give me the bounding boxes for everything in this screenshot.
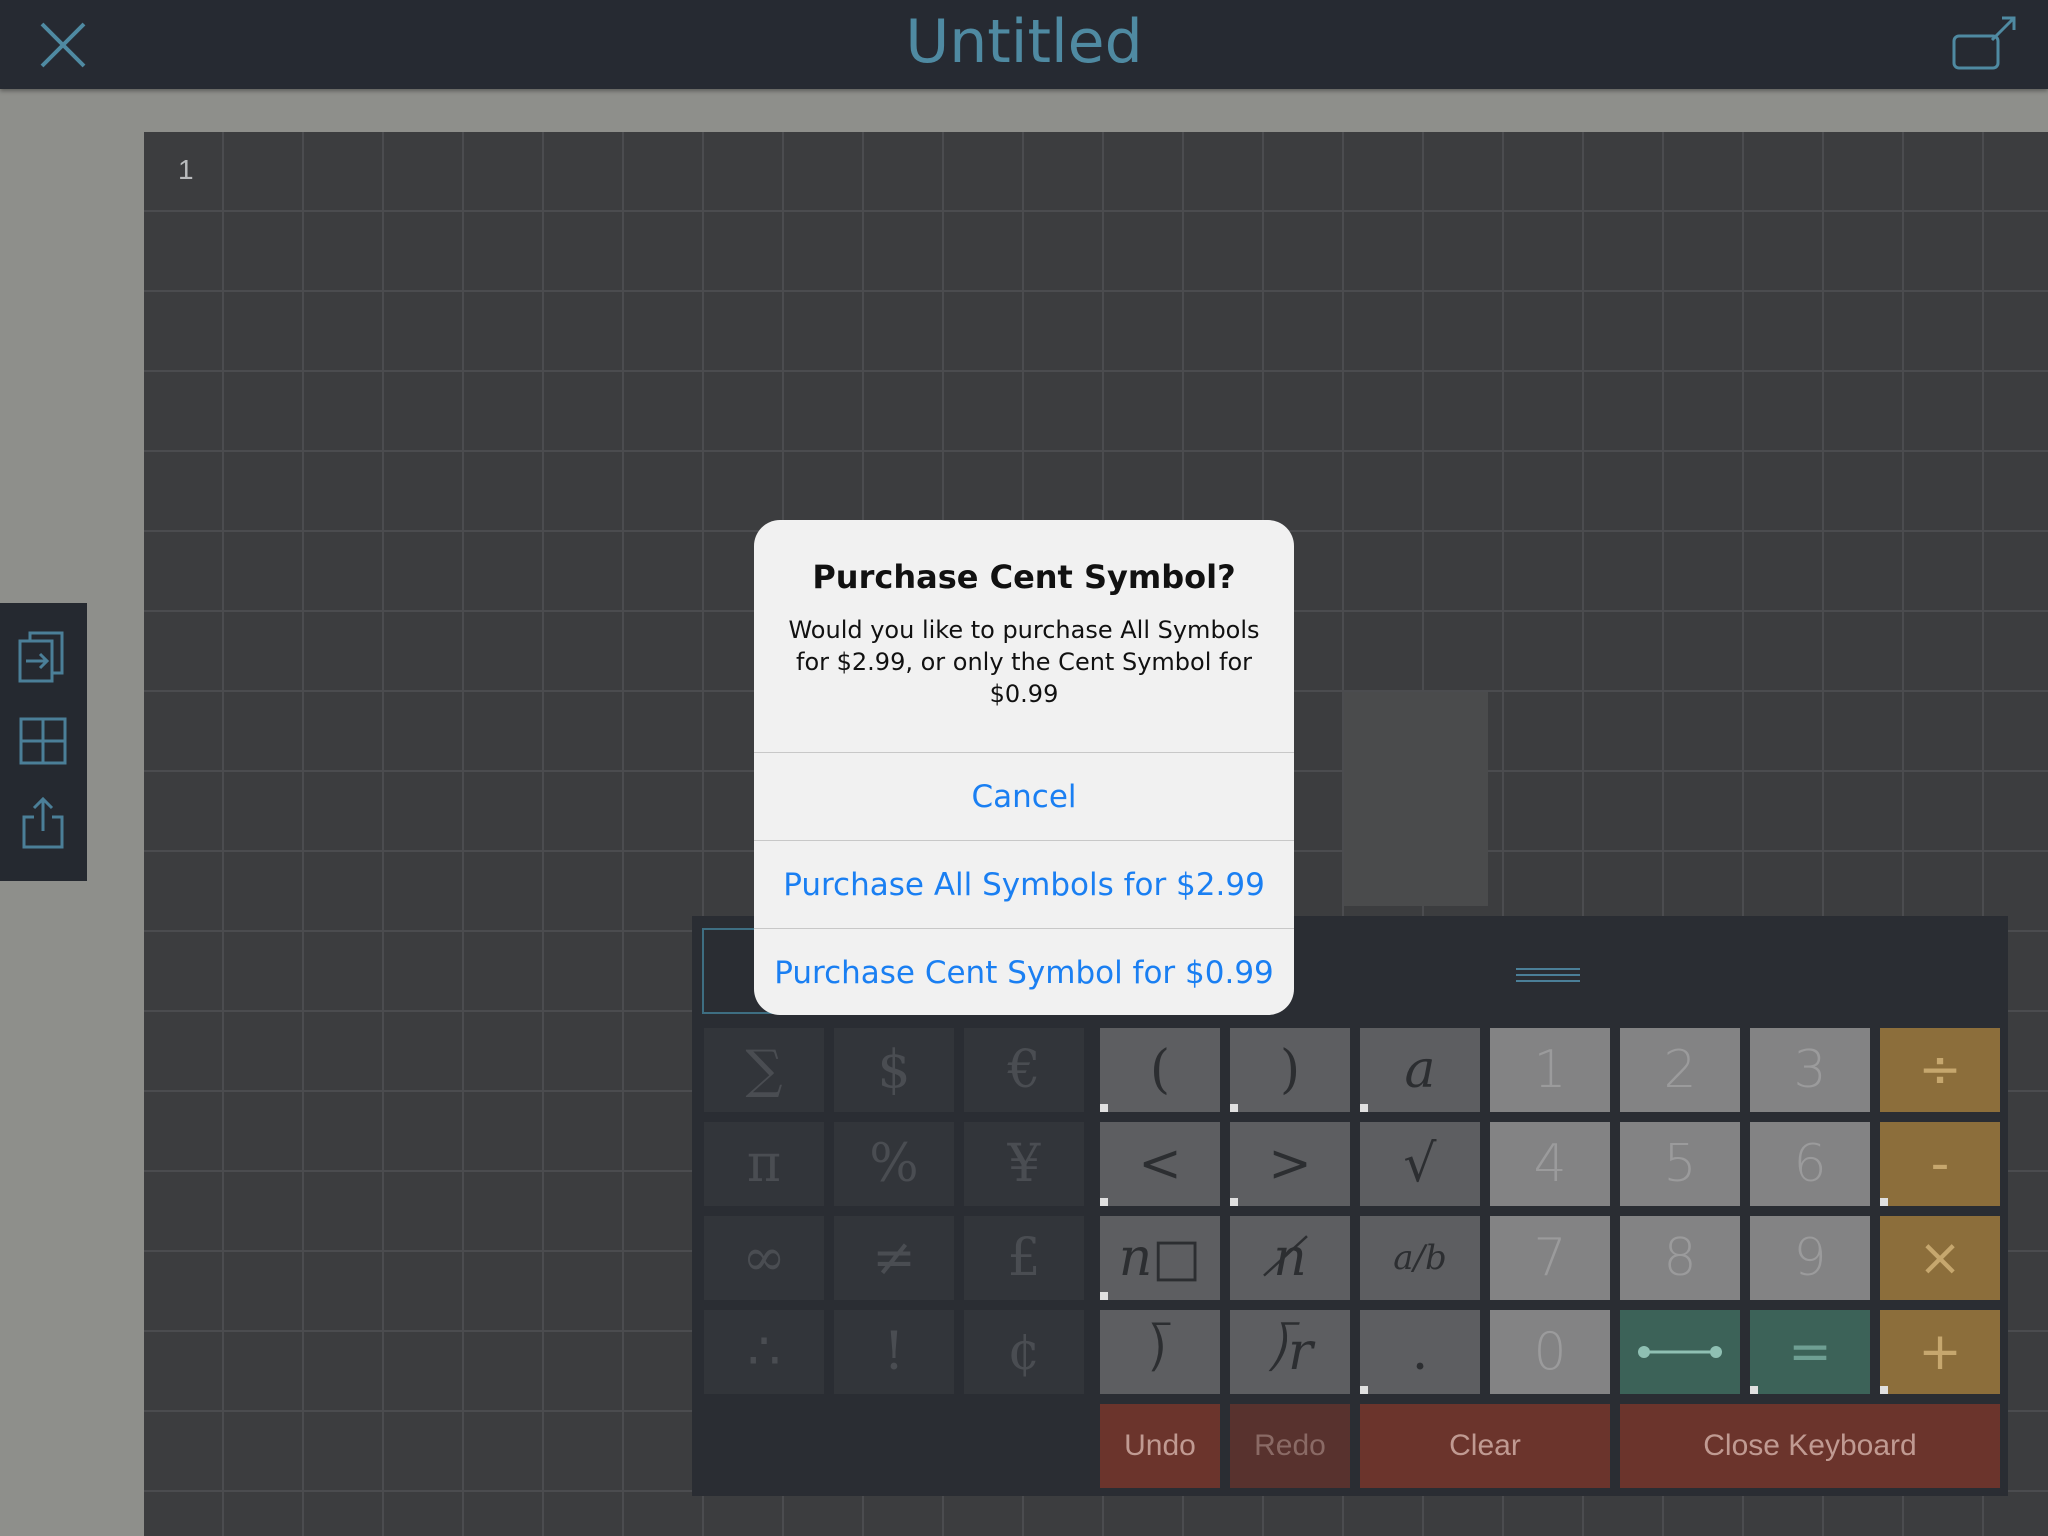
key-9[interactable]: 9 <box>1750 1216 1870 1300</box>
purchase-alert-dialog: Purchase Cent Symbol? Would you like to … <box>754 520 1294 1015</box>
key-dot <box>1750 1386 1758 1394</box>
key-pound[interactable]: £ <box>964 1216 1084 1300</box>
key-dot <box>1100 1292 1108 1300</box>
key-variable[interactable]: a <box>1360 1028 1480 1112</box>
key-euro[interactable]: € <box>964 1028 1084 1112</box>
key-6[interactable]: 6 <box>1750 1122 1870 1206</box>
grid-layout-icon[interactable] <box>16 713 70 769</box>
key-pi[interactable]: π <box>704 1122 824 1206</box>
key-label: = <box>1788 1322 1832 1382</box>
alert-title: Purchase Cent Symbol? <box>812 558 1236 596</box>
key-exclamation[interactable]: ! <box>834 1310 954 1394</box>
line-segment-icon <box>1638 1346 1722 1358</box>
key-0[interactable]: 0 <box>1490 1310 1610 1394</box>
key-not-equal[interactable]: ≠ <box>834 1216 954 1300</box>
close-keyboard-button[interactable]: Close Keyboard <box>1620 1404 2000 1488</box>
key-dot <box>1360 1386 1368 1394</box>
key-multiply[interactable]: × <box>1880 1216 2000 1300</box>
key-label: n̸ <box>1273 1228 1307 1288</box>
page-number: 1 <box>178 154 194 185</box>
document-title: Untitled <box>905 7 1143 77</box>
key-yen[interactable]: ¥ <box>964 1122 1084 1206</box>
key-label: a <box>1404 1040 1436 1100</box>
key-dollar[interactable]: $ <box>834 1028 954 1112</box>
copy-page-icon[interactable] <box>16 629 70 685</box>
key-percent[interactable]: % <box>834 1122 954 1206</box>
key-equals[interactable]: = <box>1750 1310 1870 1394</box>
key-sigma[interactable]: ∑ <box>704 1028 824 1112</box>
cancel-button[interactable]: Cancel <box>754 752 1294 840</box>
active-cell-highlight <box>1344 692 1488 906</box>
key-5[interactable]: 5 <box>1620 1122 1740 1206</box>
redo-button[interactable]: Redo <box>1230 1404 1350 1488</box>
key-cent[interactable]: ¢ <box>964 1310 1084 1394</box>
undo-button[interactable]: Undo <box>1100 1404 1220 1488</box>
key-less-than[interactable]: < <box>1100 1122 1220 1206</box>
side-toolbar <box>0 603 87 881</box>
key-infinity[interactable]: ∞ <box>704 1216 824 1300</box>
clear-button[interactable]: Clear <box>1360 1404 1610 1488</box>
purchase-cent-symbol-button[interactable]: Purchase Cent Symbol for $0.99 <box>754 928 1294 1015</box>
key-exponent[interactable]: n□ <box>1100 1216 1220 1300</box>
key-line-segment[interactable] <box>1620 1310 1740 1394</box>
key-cancel-term[interactable]: n̸ <box>1230 1216 1350 1300</box>
key-close-paren[interactable]: ) <box>1230 1028 1350 1112</box>
key-label: ( <box>1149 1040 1171 1100</box>
key-label: ⟌ <box>1149 1321 1171 1382</box>
key-label: - <box>1930 1134 1950 1194</box>
open-external-icon[interactable] <box>1950 12 2022 76</box>
key-fraction[interactable]: a/b <box>1360 1216 1480 1300</box>
key-dot <box>1230 1104 1238 1112</box>
key-dot <box>1100 1104 1108 1112</box>
purchase-all-symbols-button[interactable]: Purchase All Symbols for $2.99 <box>754 840 1294 928</box>
key-greater-than[interactable]: > <box>1230 1122 1350 1206</box>
key-divide[interactable]: ÷ <box>1880 1028 2000 1112</box>
share-icon[interactable] <box>16 795 70 851</box>
key-long-division-remainder[interactable]: ⟌r <box>1230 1310 1350 1394</box>
alert-message: Would you like to purchase All Symbols f… <box>788 616 1260 708</box>
key-label: ⟌r <box>1267 1321 1313 1382</box>
drag-handle-icon[interactable] <box>1516 966 1580 984</box>
key-label: n□ <box>1118 1228 1202 1288</box>
key-7[interactable]: 7 <box>1490 1216 1610 1300</box>
key-label: + <box>1918 1322 1962 1382</box>
key-plus[interactable]: + <box>1880 1310 2000 1394</box>
key-minus[interactable]: - <box>1880 1122 2000 1206</box>
key-dot <box>1880 1198 1888 1206</box>
top-navigation-bar: Untitled <box>0 0 2048 89</box>
key-1[interactable]: 1 <box>1490 1028 1610 1112</box>
key-long-division[interactable]: ⟌ <box>1100 1310 1220 1394</box>
key-open-paren[interactable]: ( <box>1100 1028 1220 1112</box>
key-label: ) <box>1279 1040 1301 1100</box>
key-label: √ <box>1403 1134 1437 1194</box>
key-4[interactable]: 4 <box>1490 1122 1610 1206</box>
key-8[interactable]: 8 <box>1620 1216 1740 1300</box>
key-label: > <box>1268 1134 1312 1194</box>
key-2[interactable]: 2 <box>1620 1028 1740 1112</box>
key-dot <box>1230 1198 1238 1206</box>
key-square-root[interactable]: √ <box>1360 1122 1480 1206</box>
key-label: a/b <box>1393 1238 1447 1278</box>
key-label: . <box>1411 1322 1429 1382</box>
key-therefore[interactable]: ∴ <box>704 1310 824 1394</box>
key-dot <box>1360 1104 1368 1112</box>
key-label: < <box>1138 1134 1182 1194</box>
key-decimal-point[interactable]: . <box>1360 1310 1480 1394</box>
key-dot <box>1880 1386 1888 1394</box>
key-dot <box>1100 1198 1108 1206</box>
key-3[interactable]: 3 <box>1750 1028 1870 1112</box>
